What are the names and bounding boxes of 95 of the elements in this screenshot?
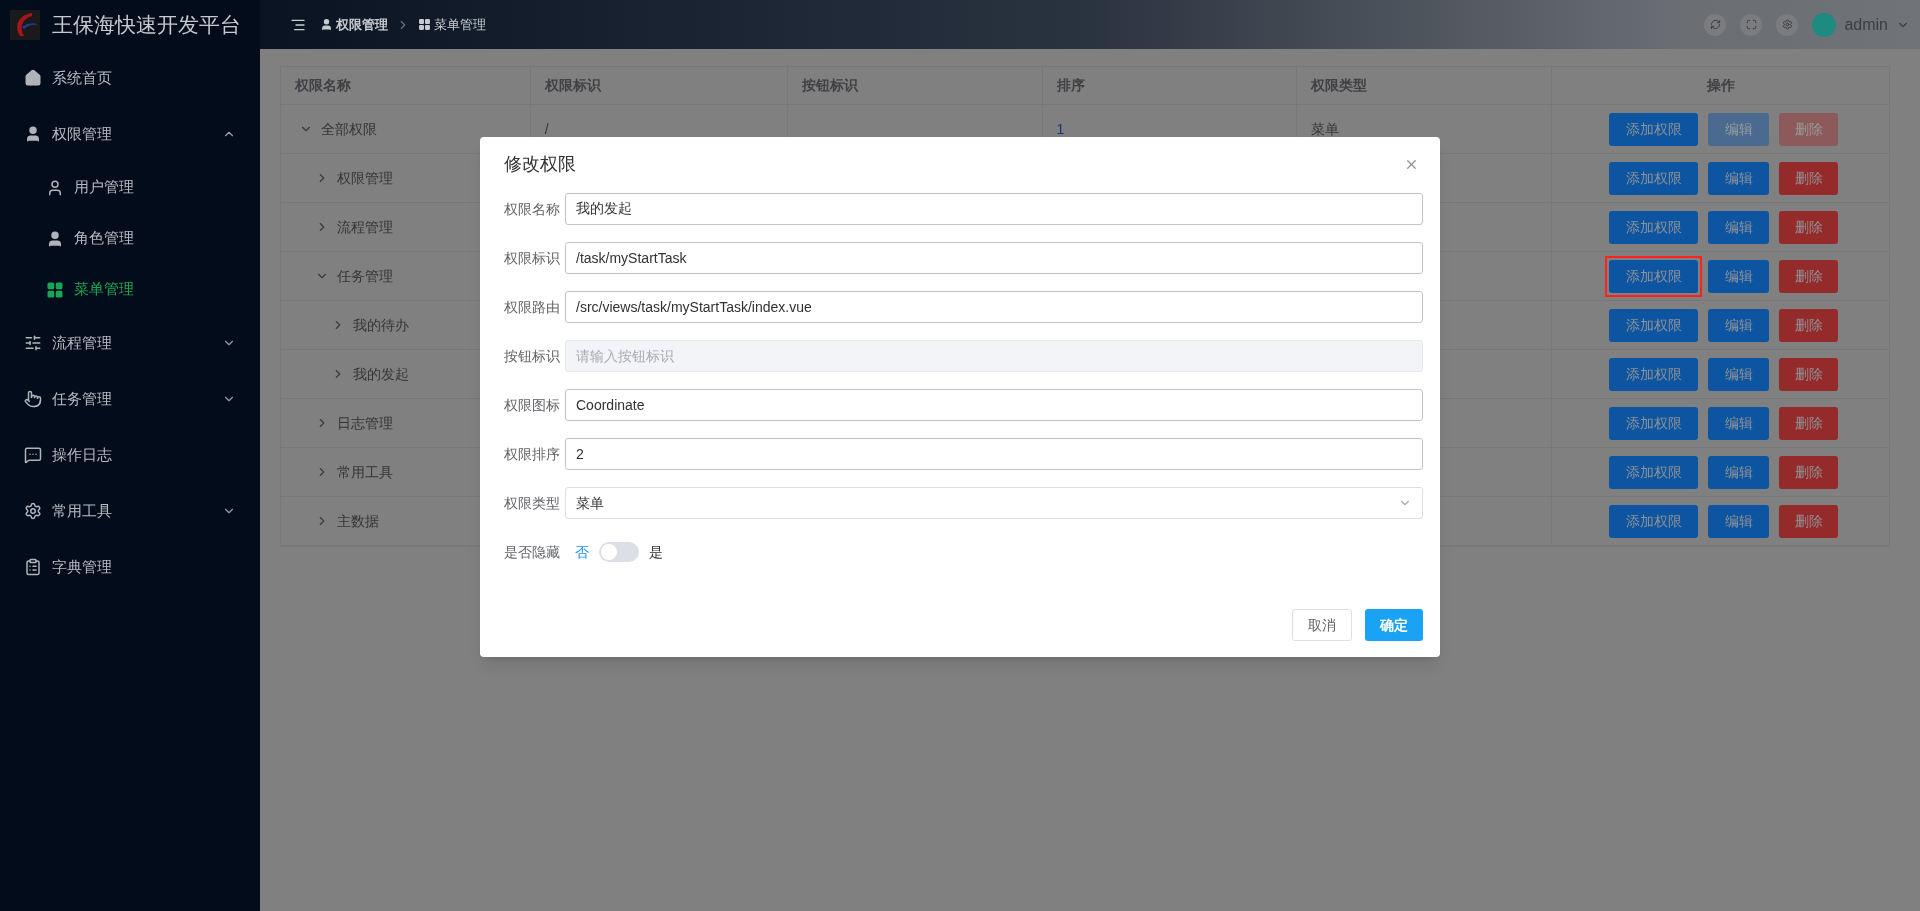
user-icon	[320, 18, 333, 31]
clipboard-icon	[24, 558, 42, 576]
refresh-button[interactable]	[1704, 13, 1727, 36]
sidebar-item[interactable]: 字典管理	[0, 539, 260, 595]
home-icon	[24, 69, 42, 87]
settings-button[interactable]	[1776, 13, 1799, 36]
fullscreen-button[interactable]	[1740, 13, 1763, 36]
table-cell-text: 常用工具	[337, 462, 393, 482]
add-button[interactable]: 添加权限	[1609, 504, 1699, 538]
refresh-icon	[1709, 19, 1721, 30]
grid-icon	[46, 280, 64, 299]
field-label: 权限路由	[504, 297, 561, 317]
user-icon	[46, 178, 64, 197]
hand-icon	[24, 390, 42, 408]
cancel-button[interactable]: 取消	[1292, 609, 1352, 641]
table-cell-text: 全部权限	[321, 119, 377, 139]
add-button[interactable]: 添加权限	[1609, 210, 1699, 244]
sidebar-item[interactable]: 用户管理	[0, 162, 260, 213]
table-cell-text: /	[544, 119, 549, 139]
sliders-icon	[24, 334, 42, 352]
column-header: 排序	[1056, 76, 1085, 95]
sidebar-item[interactable]: 菜单管理	[0, 264, 260, 315]
user-icon	[24, 125, 42, 143]
column-header: 权限标识	[544, 76, 601, 95]
sidebar-item[interactable]: 权限管理	[0, 106, 260, 162]
table-cell-text: 任务管理	[337, 266, 393, 286]
input-field[interactable]: /src/views/task/myStartTask/index.vue	[565, 291, 1423, 323]
delete-button[interactable]: 删除	[1779, 406, 1839, 440]
add-button[interactable]: 添加权限	[1609, 308, 1699, 342]
add-button[interactable]: 添加权限	[1609, 259, 1699, 293]
field-label: 权限名称	[504, 199, 561, 219]
delete-button[interactable]: 删除	[1779, 259, 1839, 293]
add-button[interactable]: 添加权限	[1609, 406, 1699, 440]
column-header: 按钮标识	[801, 76, 858, 95]
table-cell-text: 我的待办	[353, 315, 409, 335]
settings-icon	[1781, 19, 1793, 30]
input-field[interactable]: /task/myStartTask	[565, 242, 1423, 274]
hidden-switch[interactable]	[599, 542, 639, 562]
delete-button[interactable]: 删除	[1779, 161, 1839, 195]
edit-button[interactable]: 编辑	[1708, 308, 1770, 342]
delete-button[interactable]: 删除	[1779, 308, 1839, 342]
settings-icon	[24, 502, 42, 520]
field-label: 是否隐藏	[504, 542, 561, 562]
sidebar-item[interactable]: 常用工具	[0, 483, 260, 539]
field-label: 权限图标	[504, 395, 561, 415]
field-label: 按钮标识	[504, 346, 561, 366]
input-field[interactable]: 我的发起	[565, 193, 1423, 225]
delete-button[interactable]: 删除	[1779, 357, 1839, 391]
field-label: 权限类型	[504, 493, 561, 513]
breadcrumb-item[interactable]: 权限管理	[336, 14, 388, 35]
delete-button[interactable]: 删除	[1779, 455, 1839, 489]
table-cell-text: 菜单	[1311, 119, 1340, 139]
delete-button[interactable]: 删除	[1779, 210, 1839, 244]
edit-button[interactable]: 编辑	[1708, 259, 1770, 293]
sidebar-item[interactable]: 流程管理	[0, 315, 260, 371]
edit-button[interactable]: 编辑	[1708, 406, 1770, 440]
confirm-button[interactable]: 确定	[1365, 609, 1423, 641]
column-header: 权限类型	[1311, 76, 1368, 95]
add-button[interactable]: 添加权限	[1609, 112, 1699, 146]
add-button[interactable]: 添加权限	[1609, 161, 1699, 195]
breadcrumb-item[interactable]: 菜单管理	[434, 14, 486, 35]
table-cell-text: 1	[1056, 119, 1065, 139]
field-label: 权限标识	[504, 248, 561, 268]
sidebar-item[interactable]: 系统首页	[0, 50, 260, 106]
chat-icon	[24, 446, 42, 464]
app-title: 王保海快速开发平台	[52, 11, 241, 38]
field-label: 权限排序	[504, 444, 561, 464]
type-select[interactable]: 菜单	[565, 487, 1423, 519]
edit-button[interactable]: 编辑	[1708, 357, 1770, 391]
edit-button[interactable]: 编辑	[1708, 504, 1770, 538]
switch-off-label: 否	[575, 542, 589, 562]
column-header: 操作	[1706, 76, 1735, 95]
switch-on-label: 是	[649, 542, 663, 562]
input-field[interactable]: 2	[565, 438, 1423, 470]
fullscreen-icon	[1745, 19, 1757, 30]
table-cell-text: 我的发起	[353, 364, 409, 384]
delete-button[interactable]: 删除	[1779, 504, 1839, 538]
table-cell-text: 流程管理	[337, 217, 393, 237]
sidebar-item[interactable]: 角色管理	[0, 213, 260, 264]
input-field[interactable]: Coordinate	[565, 389, 1423, 421]
column-header: 权限名称	[295, 76, 351, 95]
dialog-title: 修改权限	[504, 152, 577, 176]
sidebar-item[interactable]: 任务管理	[0, 371, 260, 427]
logo-icon	[10, 9, 40, 40]
add-button[interactable]: 添加权限	[1609, 455, 1699, 489]
sidebar-item[interactable]: 操作日志	[0, 427, 260, 483]
edit-button[interactable]: 编辑	[1708, 210, 1770, 244]
table-cell-text: 权限管理	[337, 168, 393, 188]
edit-button[interactable]: 编辑	[1708, 455, 1770, 489]
grid-icon	[418, 18, 431, 31]
user-icon	[46, 229, 64, 248]
table-cell-text: 日志管理	[337, 413, 393, 433]
edit-button[interactable]: 编辑	[1708, 161, 1770, 195]
add-button[interactable]: 添加权限	[1609, 357, 1699, 391]
table-cell-text: 主数据	[337, 511, 379, 531]
